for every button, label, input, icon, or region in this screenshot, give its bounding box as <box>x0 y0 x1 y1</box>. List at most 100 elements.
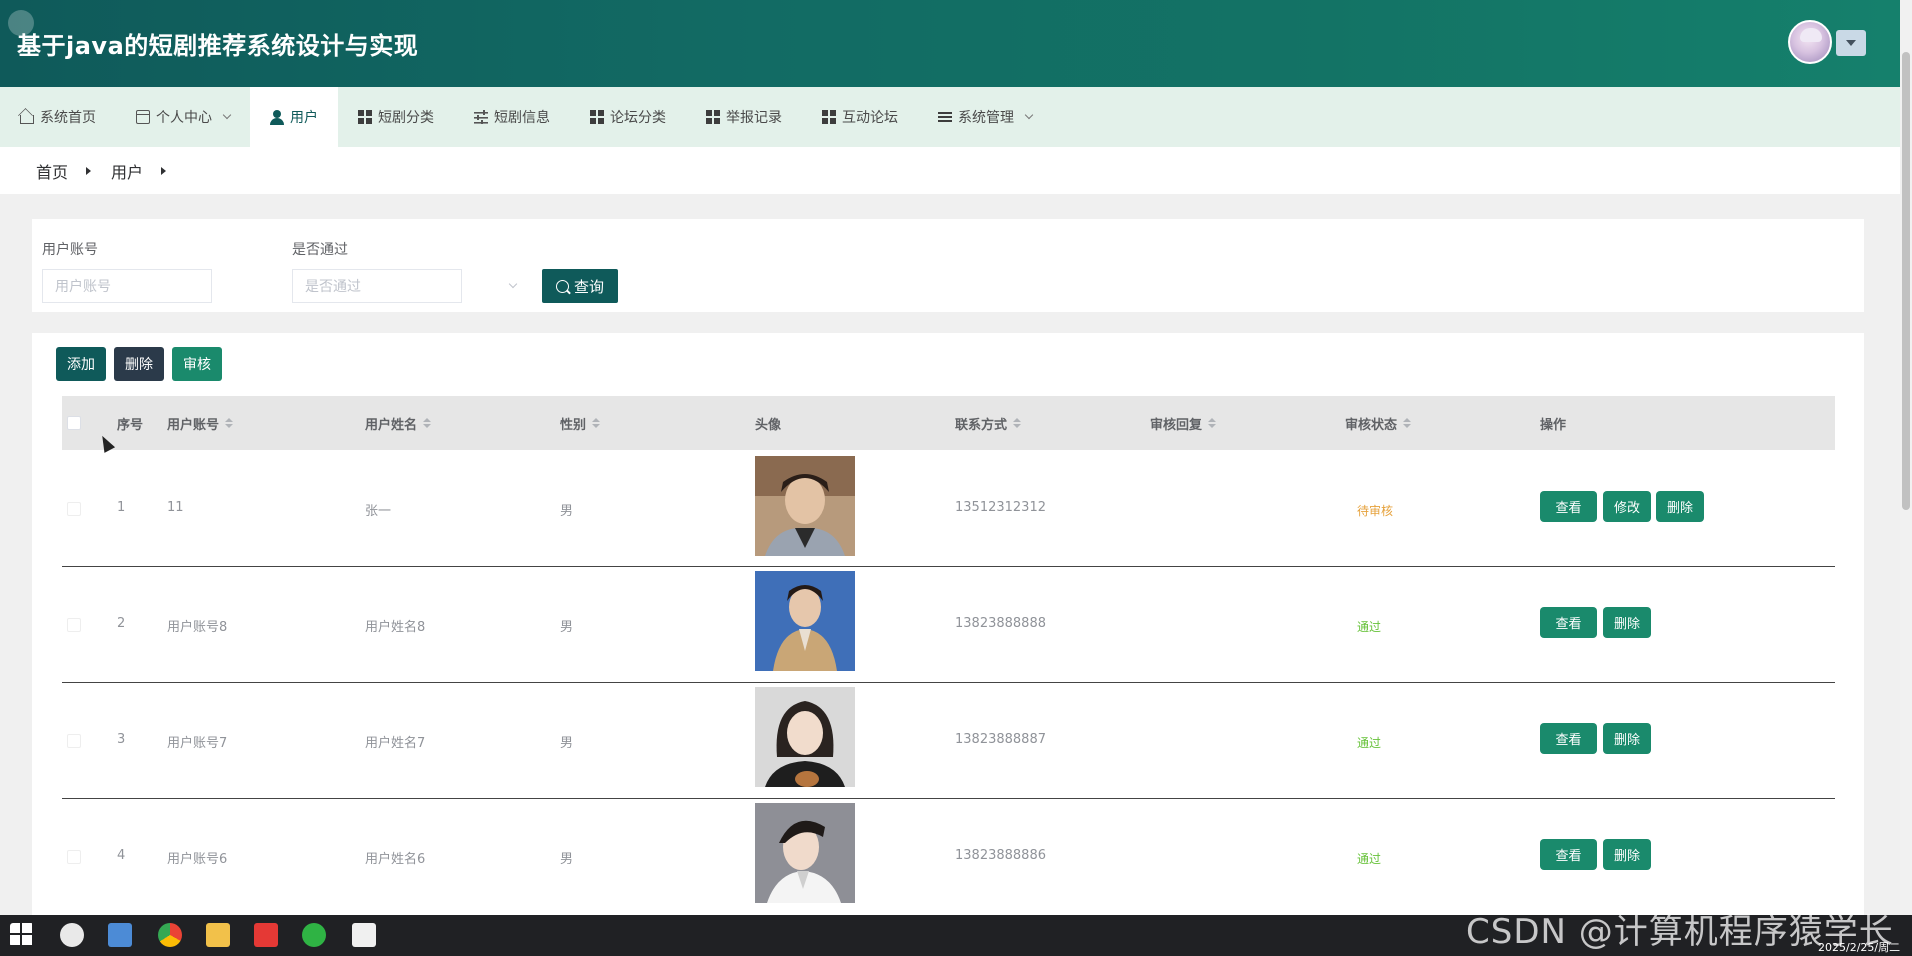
delete-button[interactable]: 删除 <box>114 347 164 381</box>
nav-item-user[interactable]: 用户 <box>250 87 338 147</box>
nav-item-label: 个人中心 <box>156 110 212 126</box>
avatar-image <box>755 803 855 903</box>
chevron-down-icon <box>508 279 518 289</box>
view-button[interactable]: 查看 <box>1540 607 1597 638</box>
column-header[interactable]: 用户姓名 <box>365 396 432 450</box>
chevron-down-icon <box>222 110 232 120</box>
column-header[interactable]: 审核回复 <box>1150 396 1217 450</box>
delete-row-button[interactable]: 删除 <box>1656 491 1704 522</box>
row-checkbox[interactable] <box>67 734 81 748</box>
passed-select[interactable]: 是否通过 <box>292 269 462 303</box>
delete-row-button[interactable]: 删除 <box>1603 607 1651 638</box>
sort-icon[interactable] <box>1403 418 1412 428</box>
cell-gender: 男 <box>560 852 574 867</box>
app-title: 基于java的短剧推荐系统设计与实现 <box>17 32 419 60</box>
sort-icon[interactable] <box>225 418 234 428</box>
nav-item-drama-info[interactable]: 短剧信息 <box>454 87 570 147</box>
account-input[interactable]: 用户账号 <box>42 269 212 303</box>
cell-name: 用户姓名8 <box>365 620 426 635</box>
windows-start-icon[interactable] <box>10 923 34 947</box>
avatar-image <box>755 571 855 671</box>
row-checkbox[interactable] <box>67 850 81 864</box>
search-button[interactable]: 查询 <box>542 269 618 303</box>
delete-row-button[interactable]: 删除 <box>1603 723 1651 754</box>
table-row: 4 用户账号6 用户姓名6 男 13823888886 通过 查看 删除 <box>62 799 1835 915</box>
nav-item-label: 用户 <box>290 110 318 126</box>
wechat-icon[interactable] <box>302 923 326 947</box>
cell-index: 1 <box>117 500 126 515</box>
add-button[interactable]: 添加 <box>56 347 106 381</box>
breadcrumb-current: 用户 <box>111 162 144 182</box>
column-header-label: 联系方式 <box>955 417 1008 433</box>
column-header: 操作 <box>1540 396 1566 450</box>
sort-icon[interactable] <box>1013 418 1022 428</box>
sort-icon[interactable] <box>1208 418 1217 428</box>
column-header: 头像 <box>755 396 781 450</box>
column-header: 序号 <box>117 396 143 450</box>
row-checkbox[interactable] <box>67 618 81 632</box>
edit-button[interactable]: 修改 <box>1603 491 1651 522</box>
cell-gender: 男 <box>560 736 574 751</box>
select-all-checkbox[interactable] <box>67 416 81 430</box>
table-row: 3 用户账号7 用户姓名7 男 13823888887 通过 查看 删除 <box>62 683 1835 799</box>
cell-index: 3 <box>117 732 126 747</box>
scrollbar-thumb[interactable] <box>1902 52 1910 510</box>
grid-icon <box>358 110 372 124</box>
caret-right-icon <box>161 166 167 175</box>
delete-row-button[interactable]: 删除 <box>1603 839 1651 870</box>
sort-icon[interactable] <box>423 418 432 428</box>
nav-item-home[interactable]: 系统首页 <box>0 87 116 147</box>
column-header[interactable]: 用户账号 <box>167 396 234 450</box>
nav-item-forum-category[interactable]: 论坛分类 <box>570 87 686 147</box>
status-badge: 通过 <box>1357 620 1382 634</box>
column-header[interactable]: 审核状态 <box>1345 396 1412 450</box>
cell-phone: 13823888887 <box>955 732 1046 747</box>
nav-item-system[interactable]: 系统管理 <box>918 87 1052 147</box>
nav-item-forum[interactable]: 互动论坛 <box>802 87 918 147</box>
list-icon <box>938 110 952 124</box>
sort-icon[interactable] <box>592 418 601 428</box>
status-badge: 通过 <box>1357 736 1382 750</box>
cell-account: 11 <box>167 500 184 515</box>
column-header[interactable]: 联系方式 <box>955 396 1022 450</box>
cell-account: 用户账号8 <box>167 620 228 635</box>
notepad-icon[interactable] <box>108 923 132 947</box>
cell-gender: 男 <box>560 620 574 635</box>
folder-icon[interactable] <box>206 923 230 947</box>
column-header-label: 用户账号 <box>167 417 220 433</box>
search-icon <box>555 279 569 293</box>
caret-right-icon <box>86 166 92 175</box>
user-icon <box>270 110 284 125</box>
cell-phone: 13823888886 <box>955 848 1046 863</box>
status-badge: 通过 <box>1357 852 1382 866</box>
column-header[interactable]: 性别 <box>560 396 601 450</box>
caret-down-icon <box>1846 40 1856 46</box>
user-menu-toggle[interactable] <box>1836 30 1866 56</box>
view-button[interactable]: 查看 <box>1540 723 1597 754</box>
wps-icon[interactable] <box>254 923 278 947</box>
grid-icon <box>590 110 604 124</box>
user-avatar[interactable] <box>1788 20 1832 64</box>
chrome-icon[interactable] <box>158 923 182 947</box>
app-icon[interactable] <box>352 923 376 947</box>
audit-button[interactable]: 审核 <box>172 347 222 381</box>
nav-item-reports[interactable]: 举报记录 <box>686 87 802 147</box>
nav-item-drama-category[interactable]: 短剧分类 <box>338 87 454 147</box>
cell-phone: 13512312312 <box>955 500 1046 515</box>
page-scrollbar[interactable] <box>1900 0 1912 915</box>
settings-icon[interactable] <box>60 923 84 947</box>
nav-item-label: 举报记录 <box>726 110 782 126</box>
column-header-label: 审核回复 <box>1150 417 1203 433</box>
cell-phone: 13823888888 <box>955 616 1046 631</box>
cell-name: 张一 <box>365 504 392 519</box>
nav-item-profile[interactable]: 个人中心 <box>116 87 250 147</box>
app-header: 基于java的短剧推荐系统设计与实现 <box>0 0 1900 87</box>
cell-name: 用户姓名7 <box>365 736 426 751</box>
view-button[interactable]: 查看 <box>1540 839 1597 870</box>
nav-item-label: 短剧分类 <box>378 110 434 126</box>
nav-item-label: 互动论坛 <box>842 110 898 126</box>
table-row: 1 11 张一 男 13512312312 待审核 查看 修改 删除 <box>62 451 1835 567</box>
row-checkbox[interactable] <box>67 502 81 516</box>
breadcrumb-home[interactable]: 首页 <box>36 159 68 183</box>
view-button[interactable]: 查看 <box>1540 491 1597 522</box>
